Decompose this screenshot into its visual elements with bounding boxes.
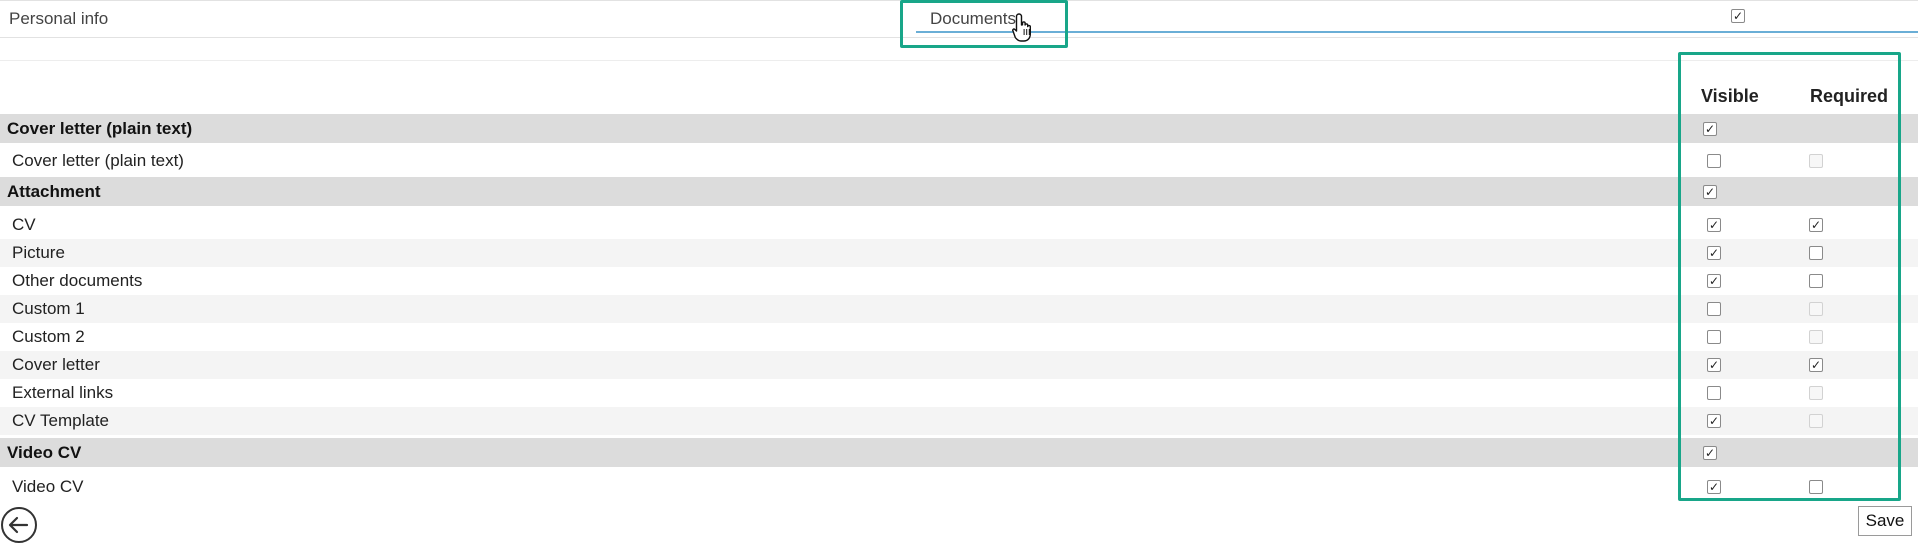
field-row: CV Template ✓ <box>0 407 1918 435</box>
field-label: CV <box>12 215 36 234</box>
section-label: Cover letter (plain text) <box>7 118 193 138</box>
section-row: Attachment ✓ <box>0 177 1918 206</box>
field-row: Video CV ✓ <box>0 473 1918 501</box>
divider <box>0 60 1918 61</box>
section-row: Video CV ✓ <box>0 438 1918 467</box>
section-label: Attachment <box>7 181 101 201</box>
field-label: CV Template <box>12 411 110 430</box>
field-label: Cover letter <box>12 355 100 374</box>
field-row: Picture ✓ <box>0 239 1918 267</box>
field-label: Picture <box>12 243 65 262</box>
field-label: Custom 2 <box>12 327 85 346</box>
field-row: Custom 2 <box>0 323 1918 351</box>
field-label: Cover letter (plain text) <box>12 151 184 170</box>
field-row: Cover letter (plain text) <box>0 147 1918 175</box>
field-label: Other documents <box>12 271 143 290</box>
field-row: CV ✓ ✓ <box>0 211 1918 239</box>
field-label: External links <box>12 383 114 402</box>
back-arrow-circle-icon[interactable] <box>0 506 38 544</box>
field-label: Video CV <box>12 477 84 496</box>
personal-info-checkbox[interactable]: ✓ <box>1731 9 1745 23</box>
save-button[interactable]: Save <box>1858 506 1912 536</box>
section-row: Cover letter (plain text) ✓ <box>0 114 1918 143</box>
section-label: Video CV <box>7 442 82 462</box>
field-row: Cover letter ✓ ✓ <box>0 351 1918 379</box>
field-row: Custom 1 <box>0 295 1918 323</box>
personal-info-label: Personal info <box>9 9 109 28</box>
input-highlight-box <box>900 0 1068 48</box>
hand-pointer-icon <box>1012 13 1031 42</box>
field-row: Other documents ✓ <box>0 267 1918 295</box>
field-row: External links <box>0 379 1918 407</box>
columns-highlight-box <box>1678 52 1901 501</box>
field-label: Custom 1 <box>12 299 85 318</box>
